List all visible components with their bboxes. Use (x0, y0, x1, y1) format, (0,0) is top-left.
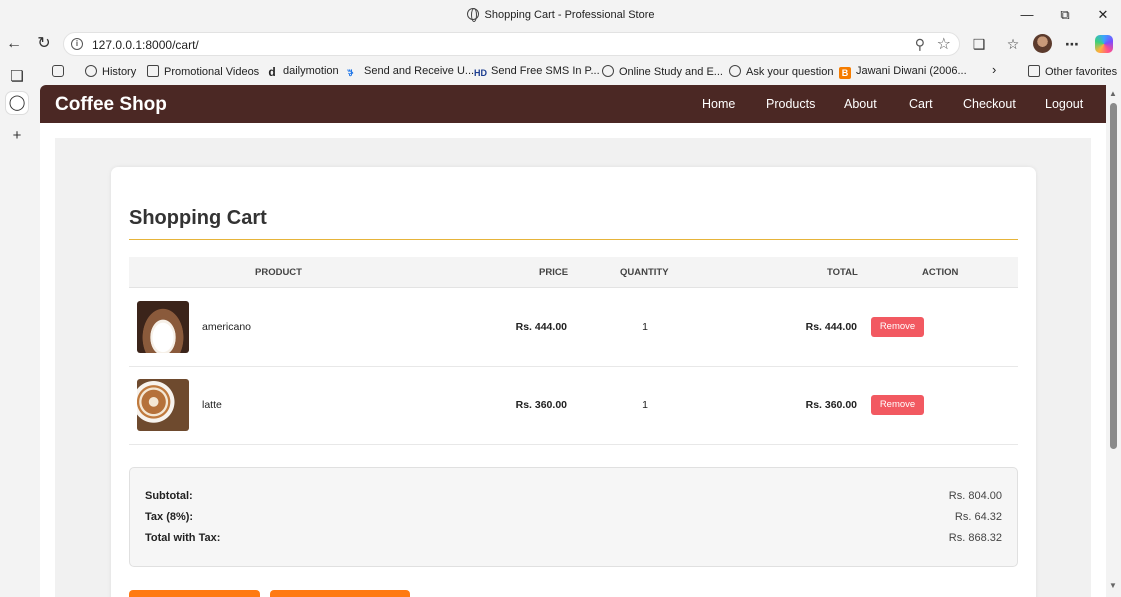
reading-list-icon[interactable] (52, 65, 69, 78)
restore-button[interactable]: ⧉ (1050, 4, 1080, 26)
product-name: latte (202, 399, 222, 411)
total-label: Total with Tax: (145, 532, 221, 544)
scroll-down-icon[interactable]: ▼ (1109, 581, 1117, 590)
product-name: americano (202, 321, 252, 333)
cart-table-header: PRODUCT PRICE QUANTITY TOTAL ACTION (129, 257, 1018, 288)
hd-icon: HD (474, 68, 487, 78)
bookmark-ask-question[interactable]: Ask your question (729, 65, 833, 78)
copilot-icon[interactable] (1095, 35, 1113, 53)
remove-button[interactable]: Remove (871, 317, 924, 337)
refresh-icon[interactable]: ↻ (33, 34, 55, 54)
product-price: Rs. 360.00 (515, 399, 567, 411)
nav-products[interactable]: Products (766, 97, 815, 111)
folder-icon (1028, 65, 1040, 77)
scrollbar-thumb[interactable] (1110, 103, 1117, 449)
product-quantity: 1 (642, 321, 648, 333)
blogger-icon: B (839, 67, 851, 79)
browser-sidebar: ❏ ◯ + (0, 68, 34, 597)
bookmark-label: Send Free SMS In P... (491, 65, 600, 77)
bookmark-label: Online Study and E... (619, 66, 723, 78)
bookmark-label: Jawani Diwani (2006... (856, 65, 967, 77)
window-title: Shopping Cart - Professional Store (0, 8, 1121, 22)
table-row: latte Rs. 360.00 1 Rs. 360.00 Remove (129, 367, 1018, 445)
bookmark-send-receive[interactable]: ꗎ Send and Receive U... (347, 65, 474, 79)
subtotal-label: Subtotal: (145, 490, 193, 502)
page-scrollbar[interactable]: ▲ ▼ (1106, 85, 1121, 597)
globe-tab-icon[interactable]: ◯ (6, 92, 28, 114)
remove-button[interactable]: Remove (871, 395, 924, 415)
bookmark-label: dailymotion (283, 65, 339, 77)
bookmark-promotional-videos[interactable]: Promotional Videos (147, 65, 259, 78)
nav-about[interactable]: About (844, 97, 877, 111)
minimize-button[interactable]: — (1012, 4, 1042, 26)
nav-checkout[interactable]: Checkout (963, 97, 1016, 111)
extensions-icon[interactable]: ❑ (968, 34, 990, 54)
product-price: Rs. 444.00 (515, 321, 567, 333)
checkout-button[interactable] (270, 590, 410, 597)
nav-home[interactable]: Home (702, 97, 735, 111)
product-image-latte (137, 379, 189, 431)
cart-card: Shopping Cart PRODUCT PRICE QUANTITY TOT… (111, 167, 1036, 597)
continue-shopping-button[interactable] (129, 590, 260, 597)
globe-icon (85, 65, 97, 77)
favorite-star-icon[interactable]: ☆ (937, 34, 951, 54)
close-button[interactable]: ✕ (1088, 4, 1118, 26)
cart-summary: Subtotal: Rs. 804.00 Tax (8%): Rs. 64.32… (129, 467, 1018, 567)
bookmark-dailymotion[interactable]: d dailymotion (266, 65, 339, 79)
profile-avatar[interactable] (1033, 34, 1052, 53)
globe-icon (466, 8, 479, 22)
subtotal-value: Rs. 804.00 (948, 490, 1002, 502)
title-bar: Shopping Cart - Professional Store — ⧉ ✕ (0, 0, 1121, 30)
bookmark-jawani-diwani[interactable]: B Jawani Diwani (2006... (839, 65, 967, 79)
bookmark-online-study[interactable]: Online Study and E... (602, 65, 723, 78)
column-action: ACTION (922, 267, 959, 278)
nav-cart[interactable]: Cart (909, 97, 933, 111)
more-menu-icon[interactable]: ⋯ (1061, 34, 1083, 54)
total-value: Rs. 868.32 (948, 532, 1002, 544)
dailymotion-icon: d (268, 65, 276, 79)
zoom-icon[interactable]: ⚲ (915, 36, 925, 53)
table-row: americano Rs. 444.00 1 Rs. 444.00 Remove (129, 289, 1018, 367)
site-navbar: Coffee Shop Home Products About Cart Che… (40, 85, 1106, 123)
product-image-americano (137, 301, 189, 353)
page-title: Shopping Cart (129, 207, 267, 229)
column-quantity: QUANTITY (620, 267, 669, 278)
address-row: ← ↻ i 127.0.0.1:8000/cart/ ⚲ ☆ (0, 30, 1121, 58)
tax-value: Rs. 64.32 (954, 511, 1002, 523)
bookmark-label: History (102, 66, 137, 78)
globe-icon (729, 65, 741, 77)
site-brand[interactable]: Coffee Shop (55, 94, 167, 116)
product-quantity: 1 (642, 399, 648, 411)
scroll-up-icon[interactable]: ▲ (1109, 89, 1117, 98)
bookmark-label: Promotional Videos (164, 66, 260, 78)
product-total: Rs. 360.00 (805, 399, 857, 411)
favorites-icon[interactable]: ☆ (1002, 34, 1024, 54)
other-favorites[interactable]: Other favorites (1028, 65, 1117, 78)
bookmark-free-sms[interactable]: HD Send Free SMS In P... (474, 65, 600, 79)
column-price: PRICE (539, 267, 569, 278)
product-total: Rs. 444.00 (805, 321, 857, 333)
page-viewport: Coffee Shop Home Products About Cart Che… (40, 85, 1106, 597)
tax-label: Tax (8%): (145, 511, 194, 523)
chevron-right-icon[interactable]: › (992, 62, 996, 77)
url-text[interactable]: 127.0.0.1:8000/cart/ (92, 38, 199, 52)
bookmark-label: Other favorites (1045, 66, 1118, 78)
new-tab-icon[interactable]: + (6, 125, 28, 147)
nav-logout[interactable]: Logout (1045, 97, 1083, 111)
globe-icon (602, 65, 614, 77)
folder-icon (147, 65, 159, 77)
bookmark-history[interactable]: History (85, 65, 136, 78)
back-icon[interactable]: ← (3, 34, 25, 54)
heading-divider (129, 239, 1018, 240)
tab-actions-icon[interactable]: ❏ (6, 66, 28, 88)
address-bar[interactable]: i 127.0.0.1:8000/cart/ ⚲ ☆ (63, 32, 960, 56)
bookmarks-bar: History Promotional Videos d dailymotion … (0, 60, 1121, 84)
bookmark-label: Ask your question (746, 66, 834, 78)
info-icon[interactable]: i (71, 38, 83, 50)
window-title-text: Shopping Cart - Professional Store (484, 9, 655, 21)
column-product: PRODUCT (255, 267, 302, 278)
sms-icon: ꗎ (347, 68, 354, 78)
column-total: TOTAL (827, 267, 858, 278)
bookmark-label: Send and Receive U... (364, 65, 475, 77)
